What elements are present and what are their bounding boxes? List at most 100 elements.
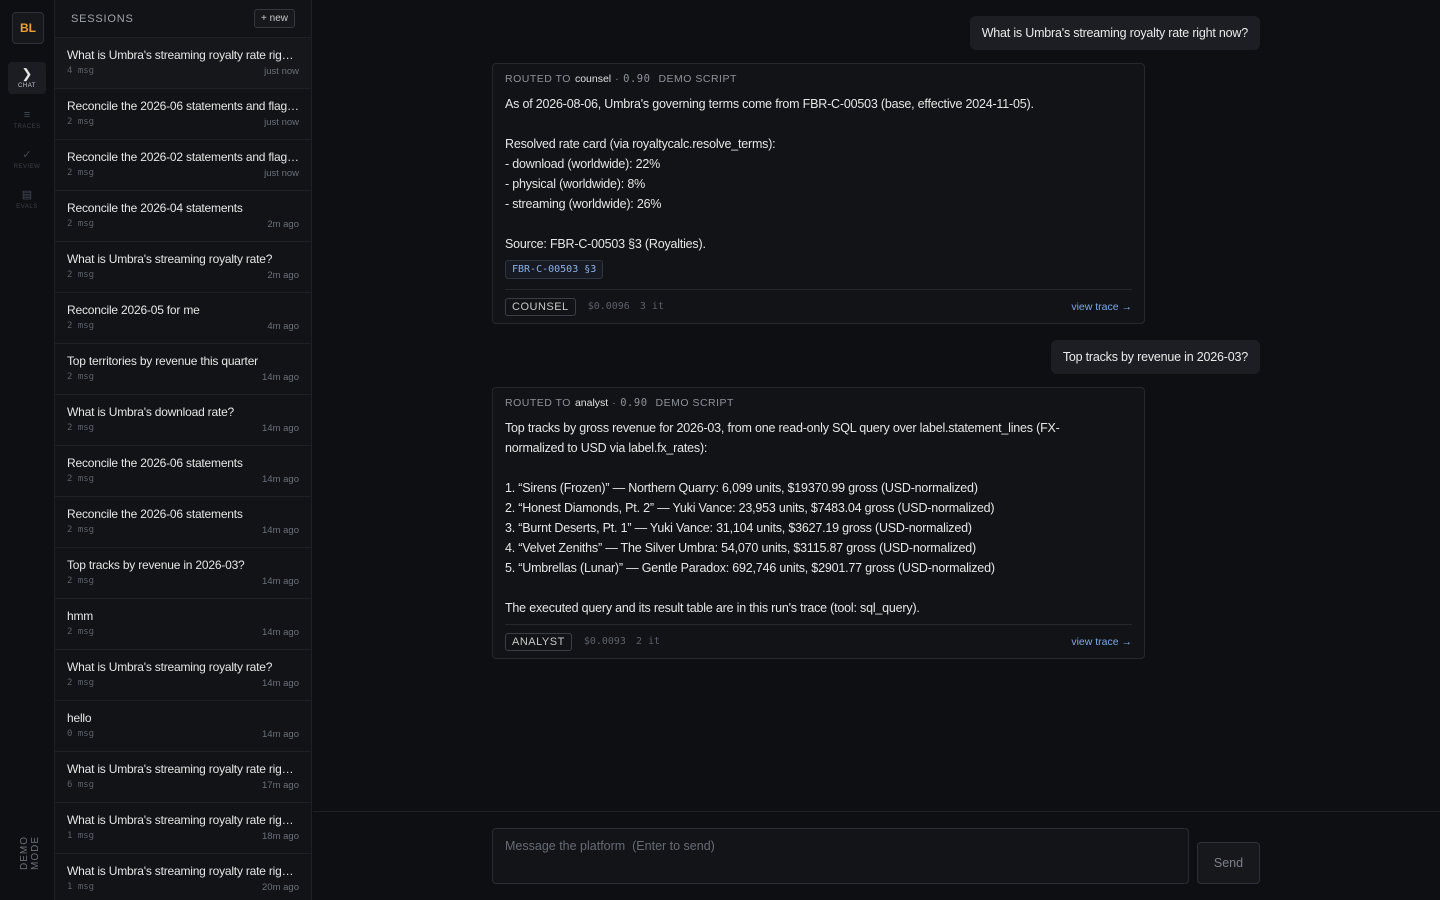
response-line: As of 2026-08-06, Umbra's governing term… [505,97,1034,111]
response-line [505,114,1132,134]
session-message-count: 2 msg [67,423,95,433]
response-line: - download (worldwide): 22% [505,157,661,171]
session-message-count: 1 msg [67,882,95,892]
session-meta: 4 msg just now [67,66,299,77]
session-message-count: 2 msg [67,270,95,280]
session-meta: 2 msg 2m ago [67,219,299,230]
assistant-response-card: ROUTED TO analyst · 0.90 DEMO SCRIPT Top… [492,387,1145,659]
session-message-count: 2 msg [67,321,95,331]
session-item[interactable]: Reconcile 2026-05 for me 2 msg 4m ago [55,293,311,344]
sessions-sidebar: SESSIONS + new What is Umbra's streaming… [55,0,312,900]
response-line [505,458,1132,478]
session-timestamp: just now [264,117,299,128]
rail-item-review[interactable]: ✓ REVIEW [8,143,46,175]
chat-main: What is Umbra's streaming royalty rate r… [313,0,1440,900]
response-line: Source: FBR-C-00503 §3 (Royalties). [505,237,706,251]
nav-rail: BL ❯ CHAT ≡ TRACES ✓ REVIEW ▤ EVALS DEMO… [0,0,55,900]
rail-item-label: TRACES [13,123,41,130]
rail-item-label: EVALS [16,203,38,210]
response-line: Top tracks by gross revenue for 2026-03,… [505,421,1060,435]
session-meta: 2 msg 14m ago [67,474,299,485]
session-message-count: 2 msg [67,168,95,178]
session-item[interactable]: Reconcile the 2026-02 statements and fla… [55,140,311,191]
routing-confidence: 0.90 [623,73,651,85]
session-timestamp: 2m ago [267,219,299,230]
session-item[interactable]: What is Umbra's streaming royalty rate r… [55,854,311,900]
checkmark-icon: ✓ [22,148,32,161]
routed-to-label: ROUTED TO [505,73,571,85]
composer-area: Send [313,811,1440,900]
card-footer: COUNSEL $0.0096 3 it view trace → [505,289,1132,323]
session-timestamp: 14m ago [262,525,299,536]
rail-item-chat[interactable]: ❯ CHAT [8,62,46,94]
session-message-count: 0 msg [67,729,95,739]
routed-to-label: ROUTED TO [505,397,571,409]
session-timestamp: 14m ago [262,678,299,689]
response-line: Resolved rate card (via royaltycalc.reso… [505,137,776,151]
session-item[interactable]: Top tracks by revenue in 2026-03? 2 msg 14… [55,548,311,599]
run-cost: $0.0093 [583,636,626,647]
rail-item-evals[interactable]: ▤ EVALS [8,183,46,215]
message-input[interactable] [492,828,1189,884]
separator: · [615,73,620,85]
demo-mode-label: DEMO MODE [19,836,41,870]
session-item[interactable]: What is Umbra's streaming royalty rate? 2… [55,650,311,701]
user-message: What is Umbra's streaming royalty rate r… [969,16,1260,50]
session-meta: 2 msg 14m ago [67,678,299,689]
session-title: What is Umbra's streaming royalty rate r… [67,813,299,827]
sessions-title: SESSIONS [71,12,134,25]
iteration-count: 2 it [635,636,661,647]
session-item[interactable]: Reconcile the 2026-06 statements 2 msg 14m… [55,446,311,497]
session-title: Reconcile the 2026-06 statements [67,507,243,521]
routing-confidence: 0.90 [620,397,648,409]
session-item[interactable]: Top territories by revenue this quarter 2… [55,344,311,395]
session-item[interactable]: hello 0 msg 14m ago [55,701,311,752]
rail-item-label: CHAT [18,82,36,89]
session-item[interactable]: hmm 2 msg 14m ago [55,599,311,650]
session-timestamp: 14m ago [262,576,299,587]
new-session-button[interactable]: + new [254,9,295,28]
response-line [505,214,1132,234]
routing-header: ROUTED TO counsel · 0.90 DEMO SCRIPT [505,64,1132,94]
session-item[interactable]: What is Umbra's streaming royalty rate? 2… [55,242,311,293]
send-button[interactable]: Send [1197,842,1260,884]
response-line: 1. “Sirens (Frozen)” — Northern Quarry: … [505,481,978,495]
view-trace-link[interactable]: view trace → [1071,636,1132,648]
separator: · [612,397,617,409]
session-meta: 2 msg just now [67,117,299,128]
session-title: Reconcile the 2026-06 statements and fla… [67,99,299,113]
session-message-count: 2 msg [67,525,95,535]
session-meta: 6 msg 17m ago [67,780,299,791]
session-message-count: 2 msg [67,474,95,484]
session-timestamp: 14m ago [262,423,299,434]
session-item[interactable]: Reconcile the 2026-06 statements 2 msg 14m… [55,497,311,548]
rail-item-traces[interactable]: ≡ TRACES [8,103,46,135]
session-meta: 2 msg 14m ago [67,423,299,434]
session-title: hello [67,711,92,725]
view-trace-link[interactable]: view trace → [1071,301,1132,313]
response-line: - streaming (worldwide): 26% [505,197,662,211]
session-message-count: 2 msg [67,627,95,637]
session-message-count: 2 msg [67,678,95,688]
session-item[interactable]: What is Umbra's download rate? 2 msg 14m a… [55,395,311,446]
response-line: - physical (worldwide): 8% [505,177,645,191]
session-meta: 2 msg just now [67,168,299,179]
session-item[interactable]: What is Umbra's streaming royalty rate r… [55,752,311,803]
session-title: What is Umbra's download rate? [67,405,235,419]
session-meta: 2 msg 14m ago [67,627,299,638]
card-footer: ANALYST $0.0093 2 it view trace → [505,624,1132,658]
response-line: The executed query and its result table … [505,601,920,615]
session-title: What is Umbra's streaming royalty rate r… [67,48,299,62]
rail-item-label: REVIEW [13,163,41,170]
citation-chip[interactable]: FBR-C-00503 §3 [505,260,604,279]
session-timestamp: 18m ago [262,831,299,842]
session-item[interactable]: What is Umbra's streaming royalty rate r… [55,38,311,89]
session-item[interactable]: Reconcile the 2026-06 statements and fla… [55,89,311,140]
session-title: What is Umbra's streaming royalty rate? [67,660,273,674]
session-item[interactable]: Reconcile the 2026-04 statements 2 msg 2m … [55,191,311,242]
response-body: As of 2026-08-06, Umbra's governing term… [505,94,1132,254]
session-list: What is Umbra's streaming royalty rate r… [55,38,311,900]
response-line: 4. “Velvet Zeniths” — The Silver Umbra: … [505,541,976,555]
session-meta: 2 msg 14m ago [67,576,299,587]
session-item[interactable]: What is Umbra's streaming royalty rate r… [55,803,311,854]
